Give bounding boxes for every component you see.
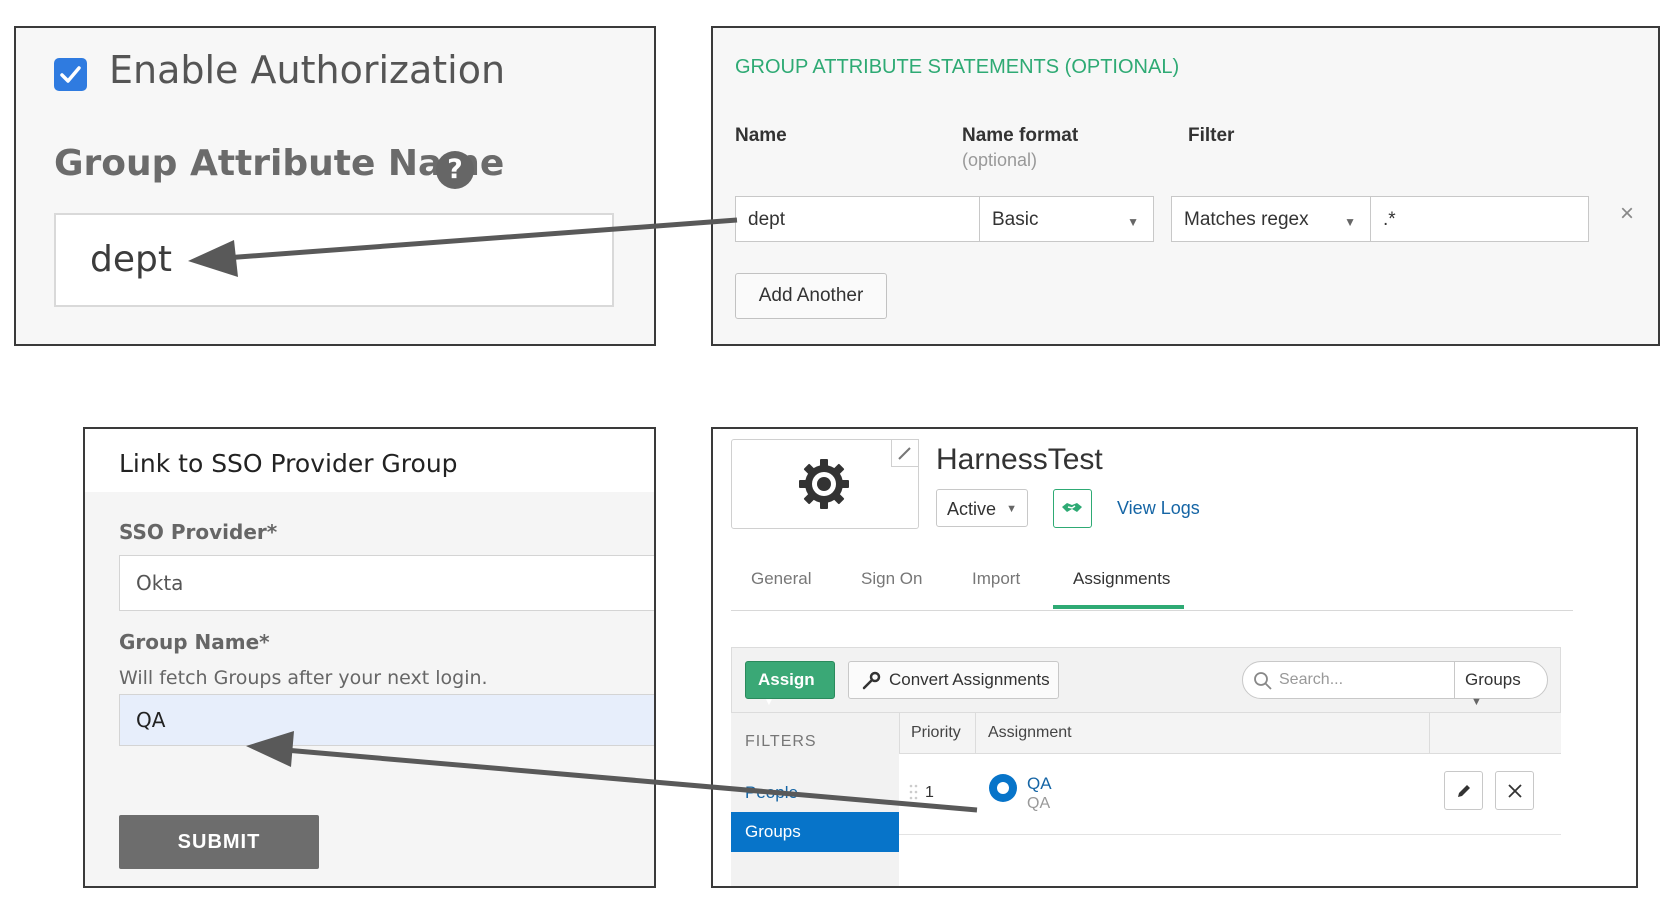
mapping-arrows [188, 217, 978, 813]
arrow-qa-mapping [246, 731, 978, 813]
arrow-dept-mapping [188, 217, 738, 277]
